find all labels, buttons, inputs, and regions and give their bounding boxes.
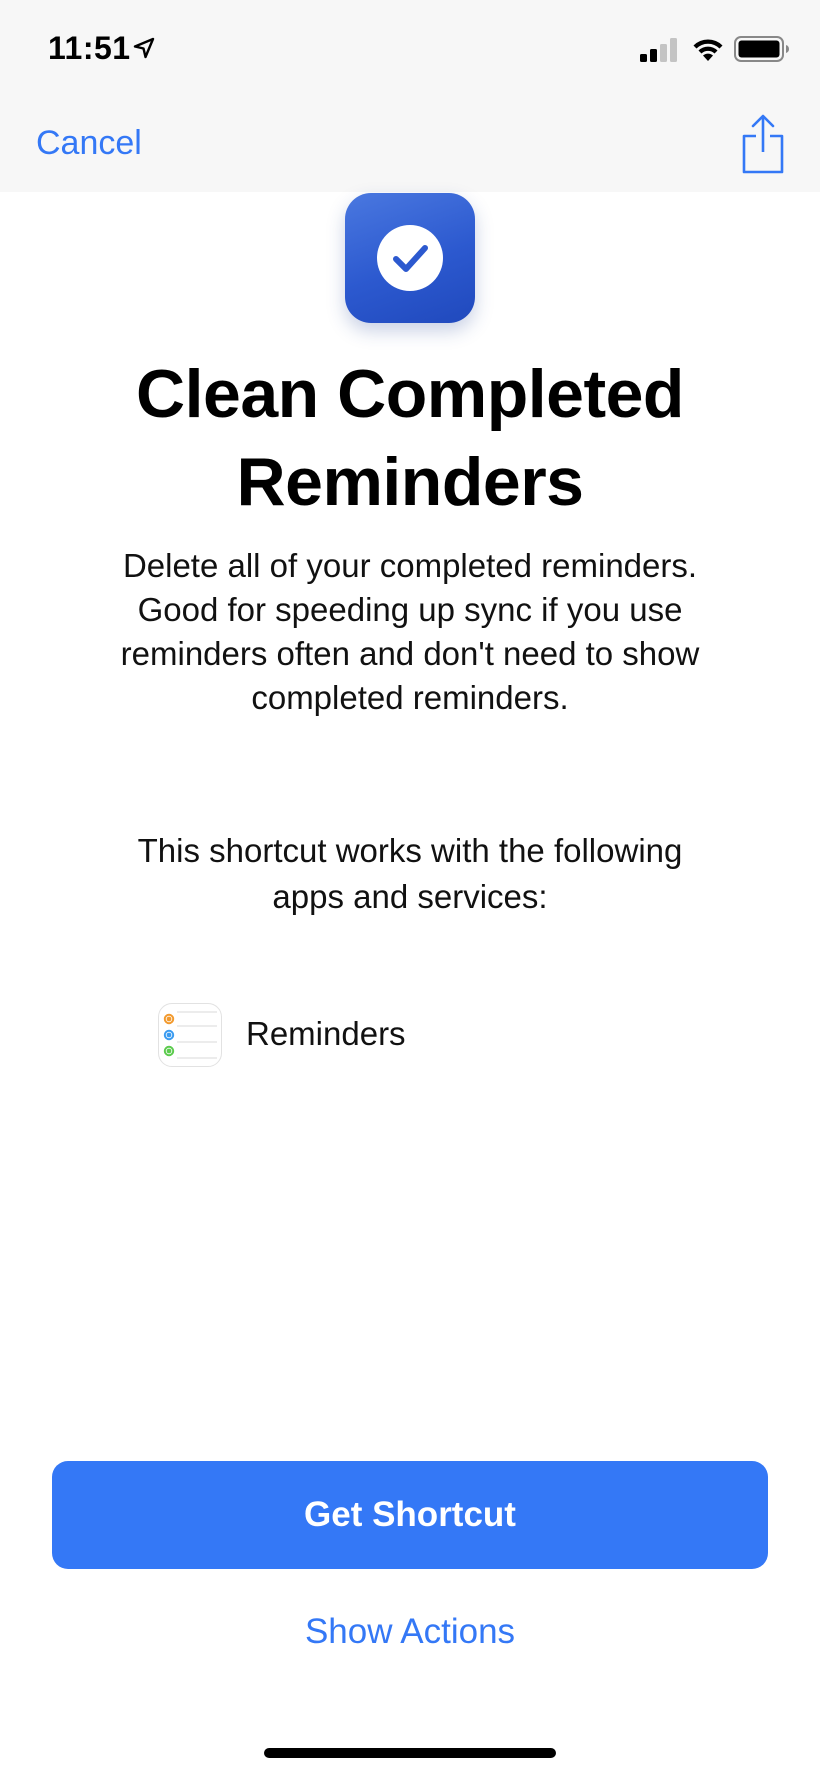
- description-line: Good for speeding up sync if you use: [137, 591, 683, 628]
- wifi-icon: [693, 39, 723, 61]
- title-line: Reminders: [236, 444, 584, 520]
- works-with-line: This shortcut works with the following: [137, 832, 683, 869]
- cellular-signal-icon: [640, 38, 677, 62]
- description-line: reminders often and don't need to show: [120, 635, 700, 672]
- status-bar: 11:51: [0, 0, 820, 96]
- works-with-line: apps and services:: [272, 878, 548, 915]
- battery-icon: [734, 36, 789, 62]
- shortcut-icon: [345, 193, 475, 323]
- shortcut-description: Delete all of your completed reminders. …: [50, 544, 770, 720]
- app-name: Reminders: [246, 1015, 406, 1052]
- navigation-bar: Cancel: [0, 96, 820, 192]
- show-actions-button[interactable]: Show Actions: [52, 1612, 768, 1652]
- get-shortcut-button[interactable]: Get Shortcut: [52, 1461, 768, 1569]
- shortcut-title: Clean Completed Reminders: [40, 350, 780, 526]
- reminders-app-icon: [158, 1003, 222, 1067]
- works-with-text: This shortcut works with the following a…: [50, 828, 770, 920]
- title-line: Clean Completed: [136, 356, 684, 432]
- checkmark-icon: [377, 225, 443, 291]
- cancel-button[interactable]: Cancel: [36, 124, 142, 163]
- description-line: Delete all of your completed reminders.: [122, 547, 698, 584]
- location-arrow-icon: [133, 37, 155, 59]
- home-indicator: [264, 1748, 556, 1758]
- description-line: completed reminders.: [251, 679, 569, 716]
- status-time: 11:51: [48, 30, 131, 66]
- share-icon[interactable]: [740, 114, 786, 174]
- shortcut-detail-screen: 11:51 Cancel Clean Completed Reminders D…: [0, 0, 820, 1776]
